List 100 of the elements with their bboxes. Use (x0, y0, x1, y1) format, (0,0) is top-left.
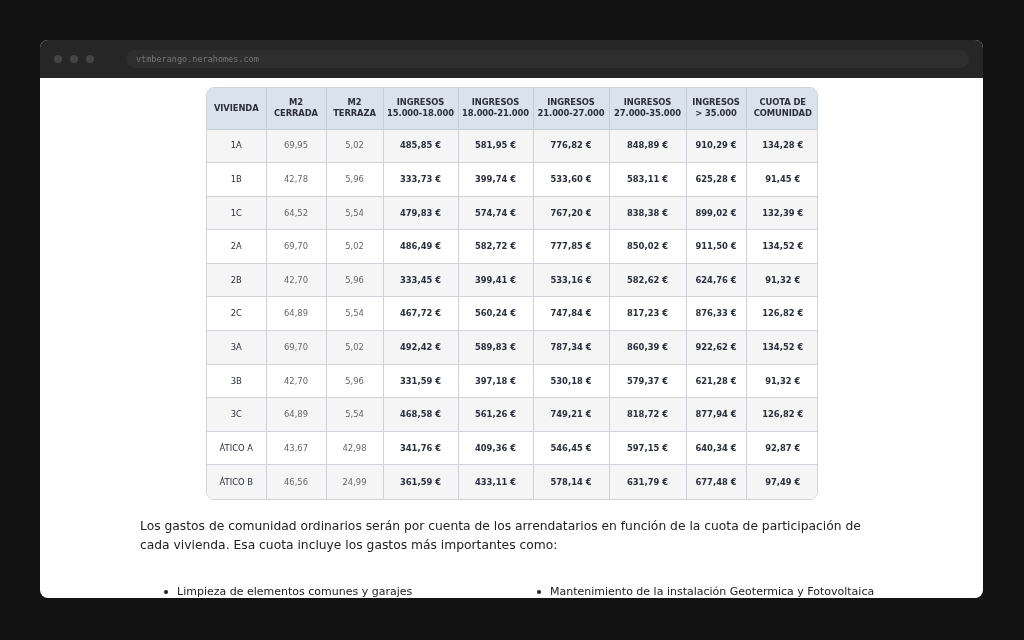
table-cell: 817,23 € (609, 296, 686, 331)
table-cell: 91,32 € (746, 263, 817, 297)
table-cell: 1A (207, 129, 266, 163)
table-cell: 479,83 € (383, 196, 458, 230)
table-cell: 922,62 € (686, 330, 746, 365)
table-cell: 582,62 € (609, 263, 686, 297)
table-cell: 91,32 € (746, 364, 817, 398)
column-header: VIVIENDA (207, 88, 266, 129)
table-cell: 5,96 (326, 162, 383, 197)
table-cell: 126,82 € (746, 397, 817, 432)
table-cell: 467,72 € (383, 296, 458, 331)
table-cell: 876,33 € (686, 296, 746, 331)
table-cell: 546,45 € (533, 431, 609, 465)
table-cell: 848,89 € (609, 129, 686, 163)
table-cell: 485,85 € (383, 129, 458, 163)
table-cell: 597,15 € (609, 431, 686, 465)
window-dot-icon[interactable] (70, 55, 78, 63)
table-cell: 399,41 € (458, 263, 533, 297)
table-cell: 574,74 € (458, 196, 533, 230)
table-cell: 42,98 (326, 431, 383, 465)
table-cell: 581,95 € (458, 129, 533, 163)
table-cell: 5,02 (326, 129, 383, 163)
table-cell: 533,16 € (533, 263, 609, 297)
table-cell: 134,52 € (746, 330, 817, 365)
column-header: INGRESOS > 35.000 (686, 88, 746, 129)
table-cell: 850,02 € (609, 229, 686, 264)
table-cell: 5,54 (326, 397, 383, 432)
table-cell: 399,74 € (458, 162, 533, 197)
column-header: M2 CERRADA (266, 88, 326, 129)
table-cell: 677,48 € (686, 464, 746, 499)
table-cell: 341,76 € (383, 431, 458, 465)
table-cell: 533,60 € (533, 162, 609, 197)
table-cell: 1B (207, 162, 266, 197)
table-cell: 492,42 € (383, 330, 458, 365)
table-cell: 5,54 (326, 196, 383, 230)
table-cell: 2A (207, 229, 266, 264)
table-cell: 42,70 (266, 263, 326, 297)
table-cell: 625,28 € (686, 162, 746, 197)
column-header: CUOTA DE COMUNIDAD (746, 88, 817, 129)
table-cell: 361,59 € (383, 464, 458, 499)
table-cell: 911,50 € (686, 229, 746, 264)
table-cell: 134,28 € (746, 129, 817, 163)
table-cell: 331,59 € (383, 364, 458, 398)
table-cell: 397,18 € (458, 364, 533, 398)
column-header: INGRESOS 18.000-21.000 (458, 88, 533, 129)
table-cell: 69,70 (266, 229, 326, 264)
table-cell: 582,72 € (458, 229, 533, 264)
list-item: Mantenimiento de la instalación Geotermica y Fotovoltaica (550, 583, 875, 598)
table-cell: 631,79 € (609, 464, 686, 499)
table-cell: 5,54 (326, 296, 383, 331)
table-cell: 583,11 € (609, 162, 686, 197)
table-cell: 42,78 (266, 162, 326, 197)
table-cell: 69,70 (266, 330, 326, 365)
table-cell: 1C (207, 196, 266, 230)
table-cell: 134,52 € (746, 229, 817, 264)
table-cell: ÁTICO A (207, 431, 266, 465)
table-cell: 776,82 € (533, 129, 609, 163)
table-cell: 486,49 € (383, 229, 458, 264)
table-cell: 579,37 € (609, 364, 686, 398)
table-cell: 3A (207, 330, 266, 365)
table-cell: 97,49 € (746, 464, 817, 499)
table-cell: 767,20 € (533, 196, 609, 230)
bullet-icon (537, 589, 541, 594)
column-header: M2 TERRAZA (326, 88, 383, 129)
table-cell: 747,84 € (533, 296, 609, 331)
table-cell: 132,39 € (746, 196, 817, 230)
table-cell: 589,83 € (458, 330, 533, 365)
table-cell: 640,34 € (686, 431, 746, 465)
table-cell: 560,24 € (458, 296, 533, 331)
table-cell: 860,39 € (609, 330, 686, 365)
table-cell: 64,89 (266, 397, 326, 432)
table-cell: 561,26 € (458, 397, 533, 432)
bullet-icon (164, 589, 168, 594)
table-cell: 2B (207, 263, 266, 297)
table-cell: 5,02 (326, 330, 383, 365)
table-cell: 818,72 € (609, 397, 686, 432)
description-paragraph: Los gastos de comunidad ordinarios serán por cuenta de los arrendatarios en función de la cuota de participación de cada vivienda. Esa cuota incluye los gastos más importantes como: (140, 517, 862, 554)
table-cell: 91,45 € (746, 162, 817, 197)
table-cell: 64,52 (266, 196, 326, 230)
table-cell: ÁTICO B (207, 464, 266, 499)
table-cell: 530,18 € (533, 364, 609, 398)
column-header: INGRESOS 15.000-18.000 (383, 88, 458, 129)
table-cell: 126,82 € (746, 296, 817, 331)
table-cell: 624,76 € (686, 263, 746, 297)
column-header: INGRESOS 27.000-35.000 (609, 88, 686, 129)
table-cell: 5,02 (326, 229, 383, 264)
table-cell: 621,28 € (686, 364, 746, 398)
table-cell: 838,38 € (609, 196, 686, 230)
table-cell: 64,89 (266, 296, 326, 331)
table-cell: 46,56 (266, 464, 326, 499)
table-cell: 333,45 € (383, 263, 458, 297)
window-dot-icon[interactable] (86, 55, 94, 63)
table-cell: 5,96 (326, 364, 383, 398)
table-cell: 43,67 (266, 431, 326, 465)
table-cell: 409,36 € (458, 431, 533, 465)
table-cell: 877,94 € (686, 397, 746, 432)
address-bar[interactable]: vtmberango.nerahomes.com (126, 50, 969, 68)
window-dot-icon[interactable] (54, 55, 62, 63)
table-cell: 468,58 € (383, 397, 458, 432)
table-cell: 333,73 € (383, 162, 458, 197)
